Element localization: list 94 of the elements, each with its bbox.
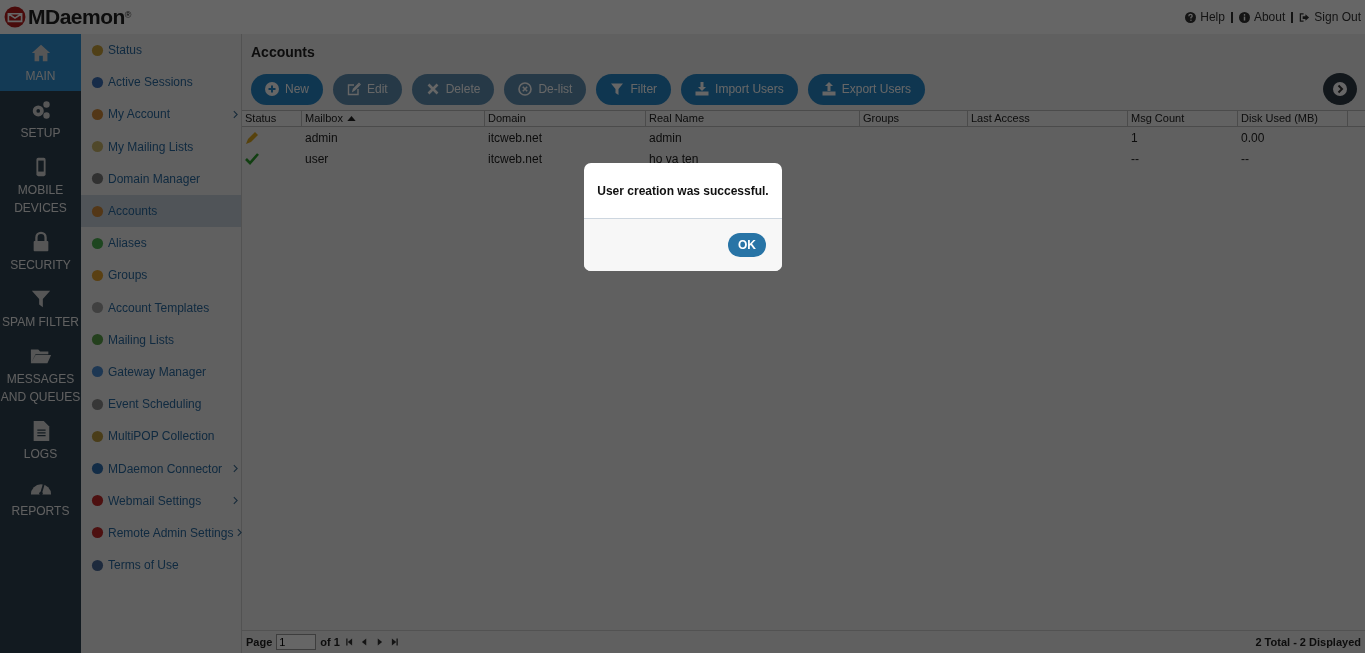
column-header[interactable]: Domain <box>485 111 646 126</box>
record-summary: 2 Total - 2 Displayed <box>1255 636 1361 648</box>
column-header[interactable]: Status <box>242 111 302 126</box>
page-label: Page <box>246 636 273 648</box>
x-icon <box>425 82 440 96</box>
funnel-icon <box>610 82 625 96</box>
toolbar-button[interactable]: New <box>251 73 323 105</box>
bullet-icon <box>91 268 104 282</box>
previous-page-icon[interactable] <box>360 638 368 646</box>
plus-icon <box>265 82 279 96</box>
submenu-item[interactable]: MultiPOP Collection <box>81 420 241 453</box>
bullet-icon <box>91 397 104 411</box>
chevron-circle-icon <box>1333 82 1347 96</box>
submenu-item[interactable]: Accounts <box>81 194 241 228</box>
submenu-item[interactable]: Gateway Manager <box>81 355 241 389</box>
submenu-item[interactable]: MDaemon Connector <box>81 452 241 485</box>
table-cell: itcweb.net <box>488 151 543 166</box>
column-header[interactable]: Last Access <box>968 111 1128 126</box>
column-header[interactable]: Groups <box>860 111 968 126</box>
nav-item[interactable]: MESSAGES AND QUEUES <box>0 337 81 412</box>
bullet-icon <box>91 236 104 250</box>
header-link[interactable]: Help <box>1200 10 1225 24</box>
page-title: Accounts <box>251 44 316 60</box>
submenu-item[interactable]: Remote Admin Settings <box>81 516 241 549</box>
bullet-icon <box>91 462 104 476</box>
nav-item[interactable]: SECURITY <box>0 223 81 280</box>
home-icon <box>29 42 52 64</box>
table-cell: admin <box>649 130 682 145</box>
info-icon <box>1238 11 1250 23</box>
submenu-item[interactable]: Aliases <box>81 227 241 260</box>
submenu-item[interactable]: My Mailing Lists <box>81 130 241 163</box>
submenu-item[interactable]: Event Scheduling <box>81 388 241 421</box>
envelope-logo-icon <box>4 6 26 28</box>
table-cell: user <box>305 151 329 166</box>
table-cell: 1 <box>1131 130 1138 145</box>
column-header[interactable]: Real Name <box>646 111 860 126</box>
bullet-icon <box>91 172 104 186</box>
table-cell: 0.00 <box>1241 130 1265 145</box>
next-page-icon[interactable] <box>375 638 383 646</box>
toolbar-button[interactable]: Filter <box>596 73 672 105</box>
header-link[interactable]: About <box>1253 10 1286 24</box>
sign-out-icon <box>1299 11 1311 23</box>
bullet-icon <box>91 494 104 508</box>
page-count: of 1 <box>320 636 340 648</box>
submenu-item[interactable]: Status <box>81 34 241 67</box>
table-cell: -- <box>1131 151 1139 166</box>
page-input[interactable]: 1 <box>276 634 317 650</box>
bullet-icon <box>91 526 104 540</box>
logo-text: MDaemon <box>28 5 125 29</box>
submenu-item[interactable]: My Account <box>81 98 241 131</box>
bullet-icon <box>91 75 104 89</box>
toolbar-button[interactable]: Export Users <box>807 73 926 105</box>
next-button[interactable] <box>1323 73 1357 105</box>
last-page-icon[interactable] <box>390 638 398 646</box>
nav-item[interactable]: MAIN <box>0 34 81 91</box>
table-cell: -- <box>1241 151 1249 166</box>
nav-item[interactable]: SPAM FILTER <box>0 280 81 337</box>
submenu-item[interactable]: Terms of Use <box>81 549 241 582</box>
ok-button[interactable]: OK <box>728 233 766 257</box>
bullet-icon <box>91 365 104 379</box>
first-page-icon[interactable] <box>345 638 353 646</box>
submenu-item[interactable]: Groups <box>81 259 241 292</box>
submenu-item[interactable]: Mailing Lists <box>81 323 241 356</box>
edit-icon <box>347 82 361 96</box>
registered-mark: ® <box>124 10 132 20</box>
upload-icon <box>821 82 836 96</box>
table-cell: itcweb.net <box>488 130 543 145</box>
nav-item[interactable]: MOBILE DEVICES <box>0 148 81 223</box>
nav-item[interactable]: SETUP <box>0 91 81 148</box>
header-link[interactable]: Sign Out <box>1314 10 1361 24</box>
table-cell: admin <box>305 130 338 145</box>
help-icon <box>1185 11 1197 23</box>
toolbar-button[interactable]: Import Users <box>681 73 798 105</box>
column-header[interactable]: Disk Used (MB) <box>1238 111 1348 126</box>
nav-item[interactable]: REPORTS <box>0 469 81 526</box>
bullet-icon <box>91 558 104 572</box>
bullet-icon <box>91 107 104 121</box>
bullet-icon <box>91 140 104 154</box>
nav-item[interactable]: LOGS <box>0 412 81 469</box>
bullet-icon <box>91 43 104 57</box>
bullet-icon <box>91 301 104 315</box>
bullet-icon <box>91 429 104 443</box>
funnel-icon <box>29 288 52 310</box>
submenu-item[interactable]: Active Sessions <box>81 66 241 99</box>
submenu-item[interactable]: Webmail Settings <box>81 484 241 517</box>
bullet-icon <box>91 333 104 347</box>
submenu-item[interactable]: Domain Manager <box>81 162 241 195</box>
submenu-item[interactable]: Account Templates <box>81 291 241 324</box>
download-icon <box>695 82 710 96</box>
table-cell: ho va ten <box>649 151 699 166</box>
column-header[interactable]: Msg Count <box>1128 111 1238 126</box>
x-circle-icon <box>518 82 533 96</box>
column-header[interactable]: Mailbox <box>302 111 485 126</box>
bullet-icon <box>91 204 104 218</box>
